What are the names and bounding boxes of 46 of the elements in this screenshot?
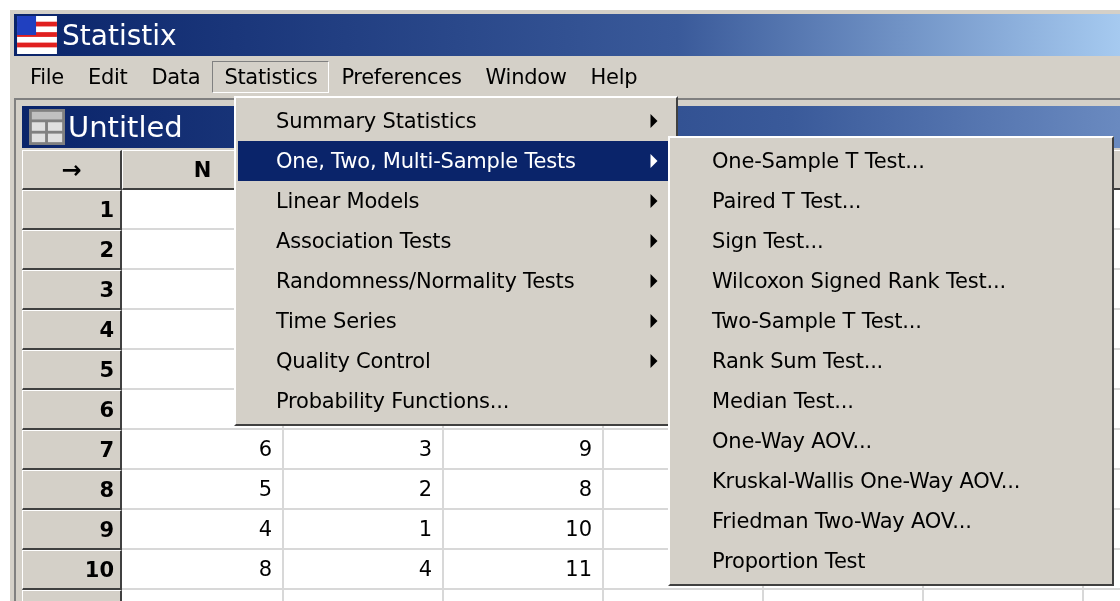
table-cell: 4 — [284, 550, 444, 590]
window-title: Statistix — [62, 18, 177, 52]
document-title: Untitled — [68, 110, 183, 144]
menu-item[interactable]: Statistics — [212, 61, 330, 93]
flag-icon — [16, 16, 58, 54]
menu-item[interactable]: Median Test... — [672, 381, 1110, 421]
menu-item[interactable]: File — [18, 61, 76, 93]
column-header[interactable]: → — [22, 150, 122, 190]
menu-item[interactable]: Edit — [75, 61, 140, 93]
row-header[interactable]: 9 — [22, 510, 122, 550]
row-header[interactable]: 2 — [22, 230, 122, 270]
menu-item[interactable]: Help — [578, 61, 650, 93]
table-cell: 8 — [444, 470, 604, 510]
row-header[interactable]: 8 — [22, 470, 122, 510]
table-cell: 10 — [444, 510, 604, 550]
menu-item[interactable]: Summary Statistics — [238, 101, 674, 141]
table-cell: 11 — [444, 550, 604, 590]
menu-item[interactable]: Rank Sum Test... — [672, 341, 1110, 381]
row-header[interactable]: 10 — [22, 550, 122, 590]
menu-item[interactable]: Friedman Two-Way AOV... — [672, 501, 1110, 541]
menu-item[interactable]: One-Sample T Test... — [672, 141, 1110, 181]
table-cell: 4 — [122, 510, 284, 550]
menu-item[interactable]: Window — [473, 61, 579, 93]
spreadsheet-icon — [28, 109, 66, 145]
menu-item[interactable]: Wilcoxon Signed Rank Test... — [672, 261, 1110, 301]
menu-item[interactable]: One-Way AOV... — [672, 421, 1110, 461]
row-header[interactable]: 5 — [22, 350, 122, 390]
menu-item[interactable]: Paired T Test... — [672, 181, 1110, 221]
menu-item[interactable]: Sign Test... — [672, 221, 1110, 261]
row-header[interactable]: 7 — [22, 430, 122, 470]
table-cell: 6 — [122, 430, 284, 470]
menu-item[interactable]: Two-Sample T Test... — [672, 301, 1110, 341]
table-cell: 9 — [444, 430, 604, 470]
row-header[interactable]: 1 — [22, 190, 122, 230]
row-header[interactable]: 4 — [22, 310, 122, 350]
table-cell: 2 — [284, 470, 444, 510]
table-cell: 1 — [284, 510, 444, 550]
menu-item[interactable]: Proportion Test — [672, 541, 1110, 581]
menu-item[interactable]: Kruskal-Wallis One-Way AOV... — [672, 461, 1110, 501]
menu-item[interactable]: Data — [139, 61, 213, 93]
menu-item[interactable]: Preferences — [329, 61, 474, 93]
table-cell: 5 — [122, 470, 284, 510]
table-cell: 3 — [284, 430, 444, 470]
row-header[interactable]: 6 — [22, 390, 122, 430]
row-header[interactable]: 3 — [22, 270, 122, 310]
table-cell: 8 — [122, 550, 284, 590]
